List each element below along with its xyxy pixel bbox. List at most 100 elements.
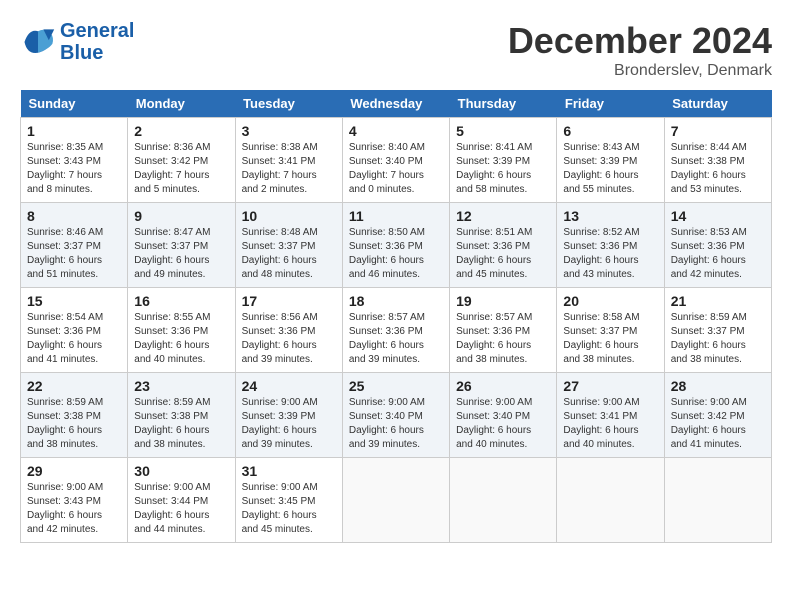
day-number: 14 [671,208,765,224]
day-detail: Sunrise: 8:59 AM Sunset: 3:37 PM Dayligh… [671,311,765,367]
calendar-cell: 4 Sunrise: 8:40 AM Sunset: 3:40 PM Dayli… [342,118,449,203]
calendar-cell: 1 Sunrise: 8:35 AM Sunset: 3:43 PM Dayli… [21,118,128,203]
column-header-monday: Monday [128,90,235,118]
logo-icon [20,24,56,60]
calendar-table: SundayMondayTuesdayWednesdayThursdayFrid… [20,90,772,543]
day-detail: Sunrise: 9:00 AM Sunset: 3:41 PM Dayligh… [563,396,657,452]
day-number: 12 [456,208,550,224]
day-detail: Sunrise: 8:54 AM Sunset: 3:36 PM Dayligh… [27,311,121,367]
logo-text: General Blue [60,20,134,64]
day-detail: Sunrise: 8:44 AM Sunset: 3:38 PM Dayligh… [671,141,765,197]
day-detail: Sunrise: 8:58 AM Sunset: 3:37 PM Dayligh… [563,311,657,367]
calendar-cell: 3 Sunrise: 8:38 AM Sunset: 3:41 PM Dayli… [235,118,342,203]
calendar-cell: 25 Sunrise: 9:00 AM Sunset: 3:40 PM Dayl… [342,373,449,458]
calendar-cell: 27 Sunrise: 9:00 AM Sunset: 3:41 PM Dayl… [557,373,664,458]
calendar-cell: 31 Sunrise: 9:00 AM Sunset: 3:45 PM Dayl… [235,458,342,543]
day-detail: Sunrise: 8:48 AM Sunset: 3:37 PM Dayligh… [242,226,336,282]
day-number: 17 [242,293,336,309]
month-title: December 2024 [508,20,772,62]
day-detail: Sunrise: 8:55 AM Sunset: 3:36 PM Dayligh… [134,311,228,367]
day-number: 1 [27,123,121,139]
day-detail: Sunrise: 9:00 AM Sunset: 3:40 PM Dayligh… [456,396,550,452]
day-number: 31 [242,463,336,479]
day-detail: Sunrise: 8:35 AM Sunset: 3:43 PM Dayligh… [27,141,121,197]
day-number: 27 [563,378,657,394]
calendar-header-row: SundayMondayTuesdayWednesdayThursdayFrid… [21,90,772,118]
day-number: 3 [242,123,336,139]
day-number: 2 [134,123,228,139]
calendar-week-row: 1 Sunrise: 8:35 AM Sunset: 3:43 PM Dayli… [21,118,772,203]
day-number: 22 [27,378,121,394]
day-number: 5 [456,123,550,139]
calendar-cell: 23 Sunrise: 8:59 AM Sunset: 3:38 PM Dayl… [128,373,235,458]
column-header-wednesday: Wednesday [342,90,449,118]
location: Bronderslev, Denmark [508,62,772,80]
day-number: 13 [563,208,657,224]
calendar-cell [664,458,771,543]
day-detail: Sunrise: 8:57 AM Sunset: 3:36 PM Dayligh… [349,311,443,367]
calendar-cell: 24 Sunrise: 9:00 AM Sunset: 3:39 PM Dayl… [235,373,342,458]
day-number: 24 [242,378,336,394]
day-detail: Sunrise: 9:00 AM Sunset: 3:39 PM Dayligh… [242,396,336,452]
day-number: 25 [349,378,443,394]
calendar-cell: 11 Sunrise: 8:50 AM Sunset: 3:36 PM Dayl… [342,203,449,288]
day-number: 29 [27,463,121,479]
calendar-cell: 26 Sunrise: 9:00 AM Sunset: 3:40 PM Dayl… [450,373,557,458]
calendar-week-row: 15 Sunrise: 8:54 AM Sunset: 3:36 PM Dayl… [21,288,772,373]
day-number: 7 [671,123,765,139]
calendar-cell: 9 Sunrise: 8:47 AM Sunset: 3:37 PM Dayli… [128,203,235,288]
day-detail: Sunrise: 9:00 AM Sunset: 3:44 PM Dayligh… [134,481,228,537]
calendar-cell: 12 Sunrise: 8:51 AM Sunset: 3:36 PM Dayl… [450,203,557,288]
calendar-cell: 6 Sunrise: 8:43 AM Sunset: 3:39 PM Dayli… [557,118,664,203]
calendar-cell: 7 Sunrise: 8:44 AM Sunset: 3:38 PM Dayli… [664,118,771,203]
column-header-tuesday: Tuesday [235,90,342,118]
day-detail: Sunrise: 8:47 AM Sunset: 3:37 PM Dayligh… [134,226,228,282]
calendar-cell: 5 Sunrise: 8:41 AM Sunset: 3:39 PM Dayli… [450,118,557,203]
calendar-week-row: 29 Sunrise: 9:00 AM Sunset: 3:43 PM Dayl… [21,458,772,543]
calendar-cell: 14 Sunrise: 8:53 AM Sunset: 3:36 PM Dayl… [664,203,771,288]
day-detail: Sunrise: 8:59 AM Sunset: 3:38 PM Dayligh… [134,396,228,452]
day-number: 23 [134,378,228,394]
calendar-cell: 13 Sunrise: 8:52 AM Sunset: 3:36 PM Dayl… [557,203,664,288]
day-number: 10 [242,208,336,224]
day-detail: Sunrise: 8:59 AM Sunset: 3:38 PM Dayligh… [27,396,121,452]
page-header: General Blue December 2024 Bronderslev, … [20,20,772,80]
day-number: 30 [134,463,228,479]
day-detail: Sunrise: 8:53 AM Sunset: 3:36 PM Dayligh… [671,226,765,282]
calendar-week-row: 8 Sunrise: 8:46 AM Sunset: 3:37 PM Dayli… [21,203,772,288]
day-detail: Sunrise: 9:00 AM Sunset: 3:45 PM Dayligh… [242,481,336,537]
day-detail: Sunrise: 8:43 AM Sunset: 3:39 PM Dayligh… [563,141,657,197]
day-number: 16 [134,293,228,309]
day-detail: Sunrise: 8:52 AM Sunset: 3:36 PM Dayligh… [563,226,657,282]
calendar-cell: 20 Sunrise: 8:58 AM Sunset: 3:37 PM Dayl… [557,288,664,373]
day-detail: Sunrise: 9:00 AM Sunset: 3:43 PM Dayligh… [27,481,121,537]
calendar-cell: 18 Sunrise: 8:57 AM Sunset: 3:36 PM Dayl… [342,288,449,373]
day-number: 15 [27,293,121,309]
day-number: 26 [456,378,550,394]
logo: General Blue [20,20,134,64]
day-detail: Sunrise: 9:00 AM Sunset: 3:42 PM Dayligh… [671,396,765,452]
calendar-cell: 15 Sunrise: 8:54 AM Sunset: 3:36 PM Dayl… [21,288,128,373]
day-number: 4 [349,123,443,139]
day-detail: Sunrise: 8:38 AM Sunset: 3:41 PM Dayligh… [242,141,336,197]
day-number: 19 [456,293,550,309]
calendar-week-row: 22 Sunrise: 8:59 AM Sunset: 3:38 PM Dayl… [21,373,772,458]
day-detail: Sunrise: 9:00 AM Sunset: 3:40 PM Dayligh… [349,396,443,452]
day-number: 18 [349,293,443,309]
calendar-cell: 21 Sunrise: 8:59 AM Sunset: 3:37 PM Dayl… [664,288,771,373]
calendar-cell: 17 Sunrise: 8:56 AM Sunset: 3:36 PM Dayl… [235,288,342,373]
day-detail: Sunrise: 8:41 AM Sunset: 3:39 PM Dayligh… [456,141,550,197]
day-detail: Sunrise: 8:46 AM Sunset: 3:37 PM Dayligh… [27,226,121,282]
day-number: 21 [671,293,765,309]
column-header-thursday: Thursday [450,90,557,118]
day-number: 28 [671,378,765,394]
calendar-cell: 28 Sunrise: 9:00 AM Sunset: 3:42 PM Dayl… [664,373,771,458]
day-detail: Sunrise: 8:50 AM Sunset: 3:36 PM Dayligh… [349,226,443,282]
column-header-sunday: Sunday [21,90,128,118]
calendar-cell: 22 Sunrise: 8:59 AM Sunset: 3:38 PM Dayl… [21,373,128,458]
day-number: 11 [349,208,443,224]
day-number: 6 [563,123,657,139]
day-detail: Sunrise: 8:51 AM Sunset: 3:36 PM Dayligh… [456,226,550,282]
day-detail: Sunrise: 8:56 AM Sunset: 3:36 PM Dayligh… [242,311,336,367]
calendar-cell [342,458,449,543]
